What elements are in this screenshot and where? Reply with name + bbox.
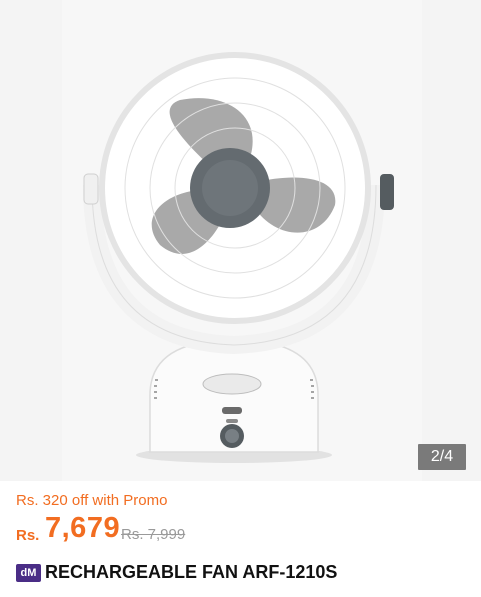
- image-counter: 2/4: [418, 444, 466, 470]
- promo-discount-text: Rs. 320 off with Promo: [16, 492, 168, 509]
- currency-label: Rs.: [16, 527, 40, 544]
- product-image-gallery[interactable]: 2/4: [0, 0, 481, 481]
- rating-row-partial: [16, 592, 156, 597]
- brand-badge-icon: dM: [16, 564, 41, 582]
- product-title: RECHARGEABLE FAN ARF-1210S: [45, 562, 338, 582]
- current-price: 7,679: [45, 512, 121, 544]
- original-price: Rs. 7,999: [121, 526, 186, 543]
- product-image[interactable]: [0, 0, 481, 481]
